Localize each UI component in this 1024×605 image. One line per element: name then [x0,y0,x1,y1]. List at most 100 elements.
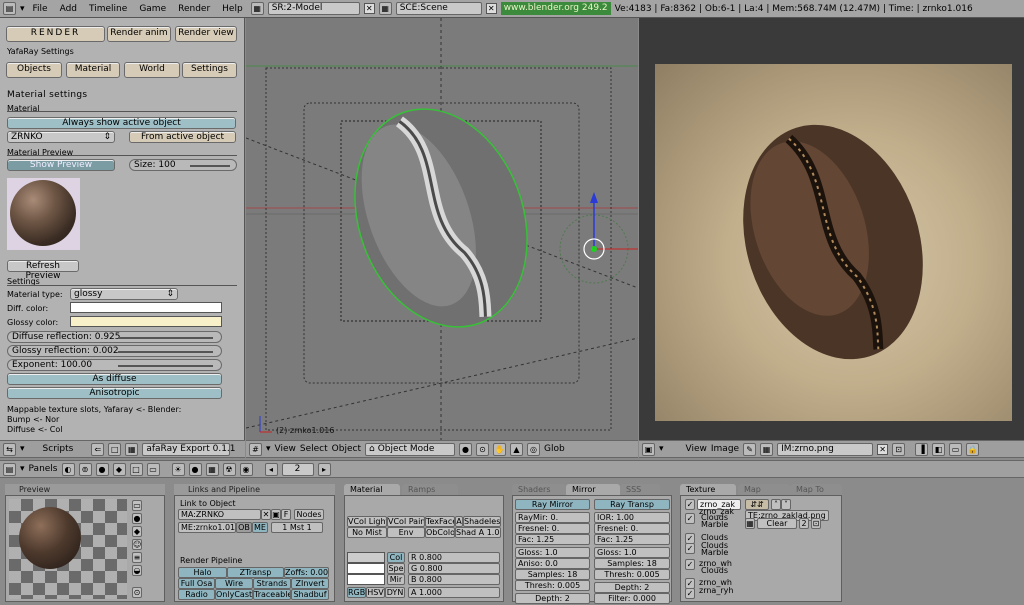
shading-context-icon[interactable]: ● [95,462,109,476]
preview-sphere-icon[interactable]: ● [132,513,142,524]
image-alpha-icon[interactable]: ◧ [932,442,946,456]
rgb-mode-button[interactable]: RGB [347,587,366,598]
zoffs-field[interactable]: Zoffs: 0.00 [284,567,329,578]
3d-viewport[interactable]: (2) zrnko1.016 [246,18,638,440]
menu-object[interactable]: Object [332,444,361,454]
preview-refresh-icon[interactable]: ⊙ [132,587,142,598]
nodes-button[interactable]: Nodes [294,509,324,520]
shadeless-toggle[interactable]: Shadeless [463,516,501,527]
frame-prev-icon[interactable]: ◂ [264,462,278,476]
paint-icon[interactable]: ✎ [743,442,757,456]
mirror-aniso-slider[interactable]: Aniso: 0.0 [515,558,590,569]
rotate-icon[interactable]: ◎ [526,442,540,456]
menu-toggle-icon[interactable]: ▾ [266,444,271,454]
slot-check-icon[interactable]: ✓ [685,543,695,554]
scene-delete-button[interactable]: ✕ [485,3,497,14]
mesh-name-field[interactable]: ME:zrnko1.016 [178,522,236,533]
tab-world[interactable]: World [124,62,180,78]
scene-context-icon[interactable]: ▭ [146,462,160,476]
raymir-slider[interactable]: RayMir: 0. [515,512,590,523]
shading-icon[interactable]: ● [458,442,472,456]
tab-map-input[interactable]: Map Input [738,484,790,505]
preview-hair-icon[interactable]: ≡ [132,552,142,563]
slot-check-icon[interactable]: ✓ [685,559,695,570]
blender-url-link[interactable]: www.blender.org 249.2 [500,2,611,15]
image-name-field[interactable]: IM:zrno.png [777,442,874,456]
slot-check-icon[interactable]: ✓ [685,513,695,524]
transp-thresh-field[interactable]: Thresh: 0.005 [594,569,670,580]
logic-context-icon[interactable]: ◐ [61,462,75,476]
script-name-field[interactable]: afaRay Export 0.1.1 [142,442,236,456]
lock-icon[interactable]: 🔒 [966,442,980,456]
scripts-menu[interactable]: Scripts [43,444,74,454]
viewport-window-icon[interactable]: # [249,442,262,456]
ray-transp-toggle[interactable]: Ray Transp [594,499,670,510]
image-delete-button[interactable]: ✕ [877,443,889,455]
mode-select[interactable]: ⌂ Object Mode [364,442,455,456]
panels-menu[interactable]: Panels [29,464,58,474]
mirror-fac-slider[interactable]: Fac: 1.25 [515,534,590,545]
preview-monkey-icon[interactable]: ☺ [132,539,142,550]
as-diffuse-button[interactable]: As diffuse [7,373,222,385]
tab-map-to[interactable]: Map To [790,484,842,495]
slot-check-icon[interactable]: ✓ [685,499,695,510]
menu-toggle-icon[interactable]: ▾ [659,444,664,454]
preview-flat-icon[interactable]: ▭ [132,500,142,511]
col-swatch[interactable] [347,552,385,563]
tab-shaders[interactable]: Shaders [512,484,566,495]
material-index-field[interactable]: 1 Mst 1 [271,522,323,533]
script-arrow-icon[interactable]: ⇐ [91,442,105,456]
scene-browse-icon[interactable]: ▦ [378,2,392,15]
alpha-slider[interactable]: A 1.000 [408,587,500,598]
menu-toggle-icon[interactable]: ▾ [20,4,25,14]
vcol-light-toggle[interactable]: VCol Light [347,516,387,527]
radio-tab-icon[interactable]: ☢ [222,462,236,476]
menu-timeline[interactable]: Timeline [85,4,131,14]
hsv-mode-button[interactable]: HSV [366,587,385,598]
spe-swatch[interactable] [347,563,385,574]
image-channel-icon[interactable]: ▐ [915,442,929,456]
texture-slot[interactable]: Clouds [701,566,728,575]
script-window-icon[interactable]: ⇆ [3,442,16,456]
tab-texture[interactable]: Texture [680,484,736,495]
ob-link-button[interactable]: OB [236,522,252,533]
vcol-paint-toggle[interactable]: VCol Paint [387,516,425,527]
editing-context-icon[interactable]: □ [129,462,143,476]
object-context-icon[interactable]: ◆ [112,462,126,476]
transp-depth-field[interactable]: Depth: 2 [594,582,670,593]
pivot-icon[interactable]: ⊙ [475,442,489,456]
texture-slot[interactable]: zrna_ryh [699,586,733,595]
texture-browse-icon[interactable]: ▦ [745,518,755,529]
mirror-samples-field[interactable]: Samples: 18 [515,569,590,580]
transp-fresnel-slider[interactable]: Fresnel: 0. [594,523,670,534]
glossy-reflection-slider[interactable]: Glossy reflection: 0.002 [7,345,222,357]
menu-select[interactable]: Select [300,444,328,454]
refresh-preview-button[interactable]: Refresh Preview [7,260,79,281]
mirror-depth-field[interactable]: Depth: 2 [515,593,590,604]
menu-toggle-icon[interactable]: ▾ [20,444,25,454]
coffee-bean-mesh[interactable] [326,85,557,352]
screen-delete-button[interactable]: ✕ [363,3,375,14]
tab-objects[interactable]: Objects [6,62,62,78]
texture-users-field[interactable]: 2 [799,518,809,529]
b-slider[interactable]: B 0.800 [408,574,500,585]
g-slider[interactable]: G 0.800 [408,563,500,574]
texface-toggle[interactable]: TexFace [425,516,455,527]
image-window-icon[interactable]: ▣ [642,442,655,456]
mirror-fresnel-slider[interactable]: Fresnel: 0. [515,523,590,534]
tab-ramps[interactable]: Ramps [402,484,458,495]
material-unlink-button[interactable]: ✕ [261,509,271,520]
transp-filter-field[interactable]: Filter: 0.000 [594,593,670,604]
shad-alpha-field[interactable]: Shad A 1.00 [455,527,501,538]
preview-panel-title[interactable]: Preview [5,484,165,495]
material-name-field[interactable]: MA:ZRNKO [178,509,261,520]
zinvert-toggle[interactable]: ZInvert [291,578,329,589]
screen-browse-icon[interactable]: ▦ [250,2,264,15]
obcolor-toggle[interactable]: ObColor [425,527,455,538]
screen-field[interactable]: SR:2-Model [267,2,360,15]
image-pin-icon[interactable]: ⊡ [892,442,906,456]
preview-cube-icon[interactable]: ◆ [132,526,142,537]
render-view-button[interactable]: Render view [175,26,237,42]
diffuse-reflection-slider[interactable]: Diffuse reflection: 0.925 [7,331,222,343]
menu-help[interactable]: Help [218,4,247,14]
